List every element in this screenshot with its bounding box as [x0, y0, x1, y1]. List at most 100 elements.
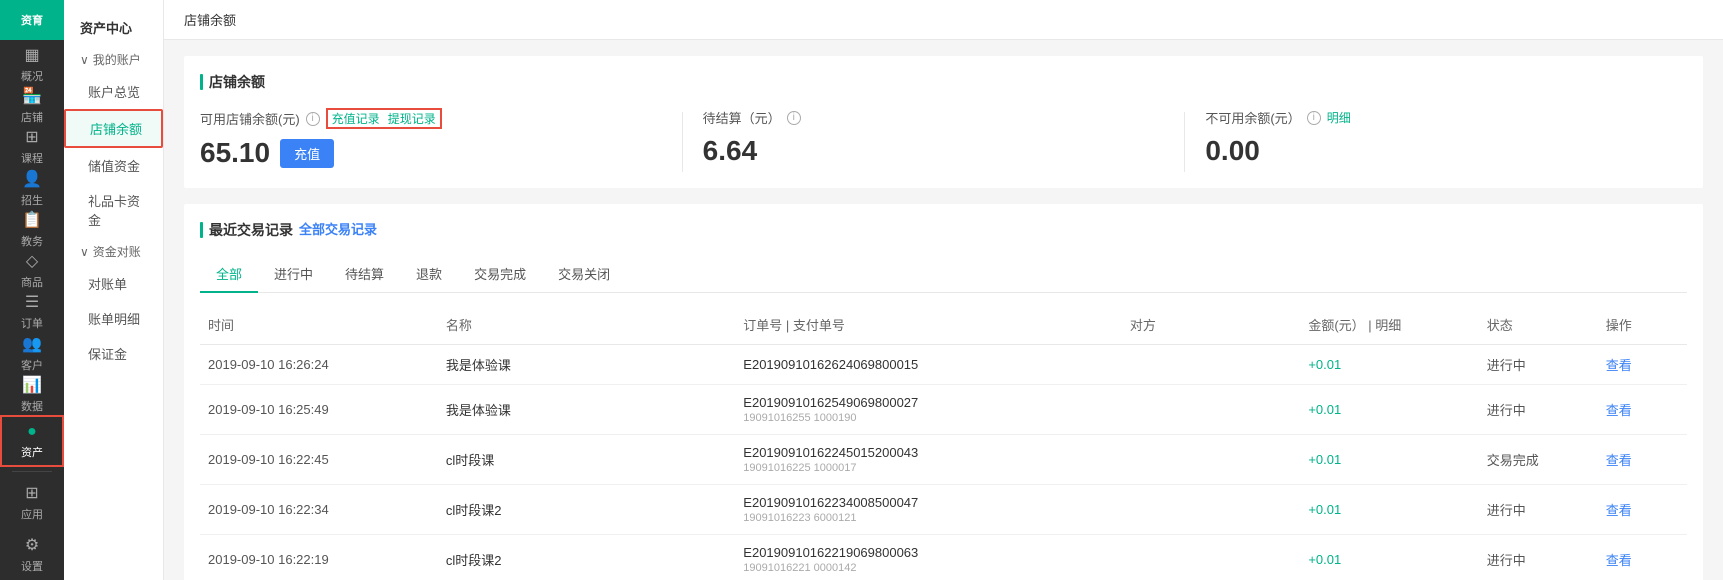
sub-nav-stored-value[interactable]: 储值资金	[64, 148, 163, 183]
tab-pending-settlement[interactable]: 待结算	[329, 256, 400, 293]
cell-name: cl时段课	[438, 435, 735, 485]
transactions-title: 最近交易记录 全部交易记录	[200, 220, 1687, 240]
sidebar-logo: 资育	[0, 0, 64, 40]
sidebar-item-data[interactable]: 📊 数据	[0, 374, 64, 415]
sidebar-item-course[interactable]: ⊞ 课程	[0, 126, 64, 167]
cell-action[interactable]: 查看	[1598, 385, 1687, 435]
sidebar-bottom: ● 资产 ⊞ 应用 ⚙ 设置	[0, 415, 64, 580]
sidebar-item-label: 教务	[21, 233, 43, 249]
sub-nav-store-balance[interactable]: 店铺余额	[64, 109, 163, 148]
transaction-table: 时间 名称 订单号 | 支付单号 对方 金额(元） | 明细 状态 操作 201…	[200, 305, 1687, 580]
cell-action[interactable]: 查看	[1598, 535, 1687, 580]
extract-record-link[interactable]: 提现记录	[388, 110, 436, 127]
tab-completed[interactable]: 交易完成	[458, 256, 542, 293]
cell-name: 我是体验课	[438, 385, 735, 435]
sidebar-item-settings[interactable]: ⚙ 设置	[0, 528, 64, 580]
table-row: 2019-09-10 16:22:45 cl时段课 E2019091016224…	[200, 435, 1687, 485]
pending-label: 待结算（元）	[703, 108, 781, 127]
view-all-link[interactable]: 全部交易记录	[299, 219, 377, 238]
order-icon: ☰	[25, 292, 39, 312]
cell-time: 2019-09-10 16:25:49	[200, 385, 438, 435]
sidebar-item-label: 数据	[21, 398, 43, 414]
cell-name: 我是体验课	[438, 345, 735, 385]
table-row: 2019-09-10 16:25:49 我是体验课 E2019091016254…	[200, 385, 1687, 435]
sidebar-item-customer[interactable]: 👥 客户	[0, 333, 64, 374]
cell-counterparty	[1122, 435, 1300, 485]
pending-info-icon[interactable]: i	[787, 111, 801, 125]
balance-section: 店铺余额 可用店铺余额(元) i 充值记录 提现记录 65.10	[184, 56, 1703, 188]
cell-status: 进行中	[1479, 345, 1598, 385]
col-counterparty: 对方	[1122, 305, 1300, 345]
table-row: 2019-09-10 16:22:34 cl时段课2 E201909101622…	[200, 485, 1687, 535]
tab-in-progress[interactable]: 进行中	[258, 256, 329, 293]
sidebar-item-shop[interactable]: 🏪 店铺	[0, 85, 64, 126]
cell-name: cl时段课2	[438, 535, 735, 580]
cell-counterparty	[1122, 535, 1300, 580]
cell-time: 2019-09-10 16:22:19	[200, 535, 438, 580]
cell-action[interactable]: 查看	[1598, 345, 1687, 385]
available-balance-header: 可用店铺余额(元) i 充值记录 提现记录	[200, 108, 662, 129]
customer-icon: 👥	[22, 334, 42, 354]
cell-order: E20190910162624069800015	[735, 345, 1122, 385]
sub-nav-reconciliation[interactable]: 对账单	[64, 266, 163, 301]
balance-cards: 可用店铺余额(元) i 充值记录 提现记录 65.10 充值	[200, 108, 1687, 172]
sub-nav-gift-card[interactable]: 礼品卡资金	[64, 183, 163, 237]
sidebar-item-label: 课程	[21, 150, 43, 166]
sidebar-item-asset[interactable]: ● 资产	[0, 415, 64, 467]
tab-all[interactable]: 全部	[200, 256, 258, 293]
cell-action[interactable]: 查看	[1598, 435, 1687, 485]
sub-nav-account-overview[interactable]: 账户总览	[64, 74, 163, 109]
sidebar-item-label: 概况	[21, 68, 43, 84]
sub-nav-deposit[interactable]: 保证金	[64, 336, 163, 371]
cell-amount: +0.01	[1300, 345, 1478, 385]
cell-status: 进行中	[1479, 535, 1598, 580]
available-balance-label: 可用店铺余额(元)	[200, 109, 300, 128]
pending-balance-header: 待结算（元） i	[703, 108, 1165, 127]
cell-amount: +0.01	[1300, 385, 1478, 435]
cell-counterparty	[1122, 485, 1300, 535]
sidebar-item-academic[interactable]: 📋 教务	[0, 209, 64, 250]
sidebar-item-order[interactable]: ☰ 订单	[0, 291, 64, 332]
available-info-icon[interactable]: i	[306, 112, 320, 126]
detail-link[interactable]: 明细	[1327, 109, 1351, 126]
sidebar-item-recruit[interactable]: 👤 招生	[0, 167, 64, 208]
unavailable-label: 不可用余额(元）	[1205, 108, 1300, 127]
cell-order: E20190910162234008500047 19091016223 600…	[735, 485, 1122, 535]
cell-counterparty	[1122, 345, 1300, 385]
sidebar-item-overview[interactable]: ▦ 概况	[0, 44, 64, 85]
cell-action[interactable]: 查看	[1598, 485, 1687, 535]
data-icon: 📊	[22, 375, 42, 395]
sidebar-item-label: 招生	[21, 192, 43, 208]
sidebar-item-label: 商品	[21, 274, 43, 290]
cell-counterparty	[1122, 385, 1300, 435]
cell-status: 进行中	[1479, 385, 1598, 435]
sidebar-item-label: 订单	[21, 315, 43, 331]
cell-name: cl时段课2	[438, 485, 735, 535]
sub-sidebar: 资产中心 ∨ 我的账户 账户总览 店铺余额 储值资金 礼品卡资金 ∨ 资金对账 …	[64, 0, 164, 580]
sidebar: 资育 ▦ 概况 🏪 店铺 ⊞ 课程 👤 招生 📋 教务 ◇ 商品 ☰ 订单 👥 …	[0, 0, 64, 580]
sidebar-item-goods[interactable]: ◇ 商品	[0, 250, 64, 291]
recharge-button[interactable]: 充值	[280, 139, 334, 168]
col-name: 名称	[438, 305, 735, 345]
apps-icon: ⊞	[25, 483, 38, 503]
sub-nav-bill-detail[interactable]: 账单明细	[64, 301, 163, 336]
settings-icon: ⚙	[25, 535, 39, 555]
shop-icon: 🏪	[22, 86, 42, 106]
transaction-tabs: 全部 进行中 待结算 退款 交易完成 交易关闭	[200, 256, 1687, 293]
sub-nav-group-reconciliation: ∨ 资金对账	[64, 237, 163, 266]
cell-order: E20190910162219069800063 19091016221 000…	[735, 535, 1122, 580]
course-icon: ⊞	[25, 127, 38, 147]
unavailable-info-icon[interactable]: i	[1307, 111, 1321, 125]
sub-nav-title: 资产中心	[64, 10, 163, 45]
sidebar-item-label: 应用	[21, 506, 43, 522]
charge-record-link[interactable]: 充值记录	[332, 110, 380, 127]
sidebar-item-apps[interactable]: ⊞ 应用	[0, 476, 64, 528]
sidebar-item-label: 设置	[21, 558, 43, 574]
transactions-section: 最近交易记录 全部交易记录 全部 进行中 待结算 退款 交易完成 交易关闭 时间…	[184, 204, 1703, 580]
cell-order: E20190910162245015200043 19091016225 100…	[735, 435, 1122, 485]
cell-amount: +0.01	[1300, 435, 1478, 485]
tab-closed[interactable]: 交易关闭	[542, 256, 626, 293]
tab-refund[interactable]: 退款	[400, 256, 458, 293]
sidebar-divider	[12, 471, 52, 472]
cell-time: 2019-09-10 16:22:45	[200, 435, 438, 485]
